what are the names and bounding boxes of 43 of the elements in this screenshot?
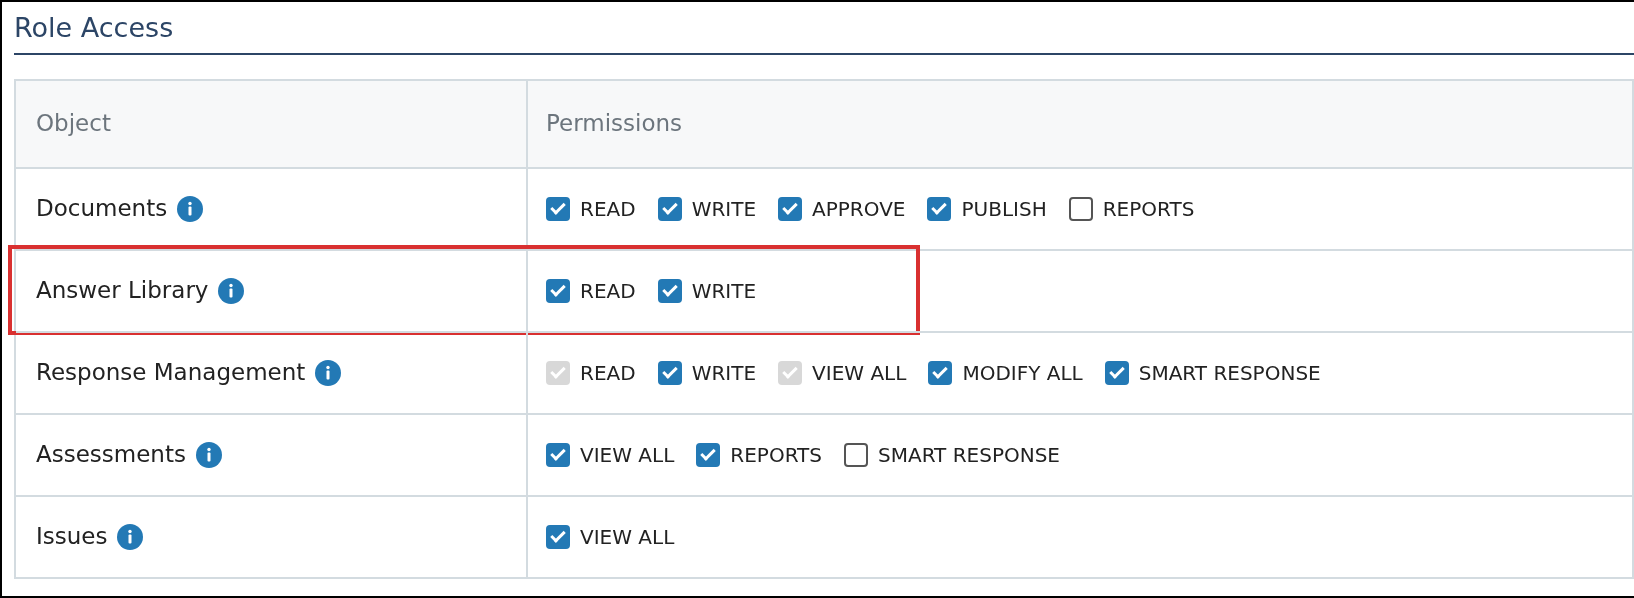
object-name: Answer Library [36, 276, 209, 306]
object-name: Response Management [36, 358, 306, 388]
checkbox-label: MODIFY ALL [962, 359, 1083, 387]
checkbox[interactable] [1068, 196, 1093, 221]
checkbox[interactable] [546, 278, 570, 303]
checkbox-label: READ [580, 195, 636, 223]
checkbox-label: WRITE [691, 195, 757, 223]
checkbox-label: WRITE [691, 359, 757, 387]
checkbox-label: VIEW ALL [812, 359, 907, 387]
info-icon[interactable] [117, 523, 144, 550]
checkbox-label: SMART RESPONSE [878, 441, 1060, 469]
checkbox[interactable] [928, 360, 953, 385]
checkbox[interactable] [927, 196, 952, 221]
checkbox-label: VIEW ALL [580, 523, 675, 551]
checkbox-label: APPROVE [812, 195, 906, 223]
column-header: Object [36, 109, 111, 139]
checkbox-label: VIEW ALL [580, 441, 675, 469]
info-icon[interactable] [195, 441, 222, 468]
checkbox-label: REPORTS [1102, 195, 1195, 223]
page-title: Role Access [13, 11, 175, 45]
column-header: Permissions [546, 109, 683, 139]
checkbox[interactable] [1104, 360, 1129, 385]
info-icon[interactable] [177, 195, 204, 222]
checkbox-label: PUBLISH [961, 195, 1047, 223]
checkbox-label: SMART RESPONSE [1138, 359, 1321, 387]
info-icon[interactable] [218, 277, 245, 304]
checkbox-label: REPORTS [730, 441, 823, 469]
checkbox[interactable] [546, 524, 570, 549]
info-icon[interactable] [315, 359, 342, 386]
object-name: Documents [36, 194, 168, 224]
checkbox[interactable] [657, 196, 682, 221]
checkbox[interactable] [844, 442, 869, 467]
checkbox-label: READ [580, 359, 636, 387]
checkbox[interactable] [778, 196, 803, 221]
checkbox[interactable] [546, 442, 570, 467]
checkbox[interactable] [657, 278, 682, 303]
checkbox[interactable] [696, 442, 721, 467]
object-name: Issues [36, 522, 108, 552]
checkbox[interactable] [546, 196, 570, 221]
checkbox-label: READ [580, 277, 636, 305]
checkbox-label: WRITE [691, 277, 757, 305]
checkbox[interactable] [657, 360, 682, 385]
object-name: Assessments [36, 440, 186, 470]
